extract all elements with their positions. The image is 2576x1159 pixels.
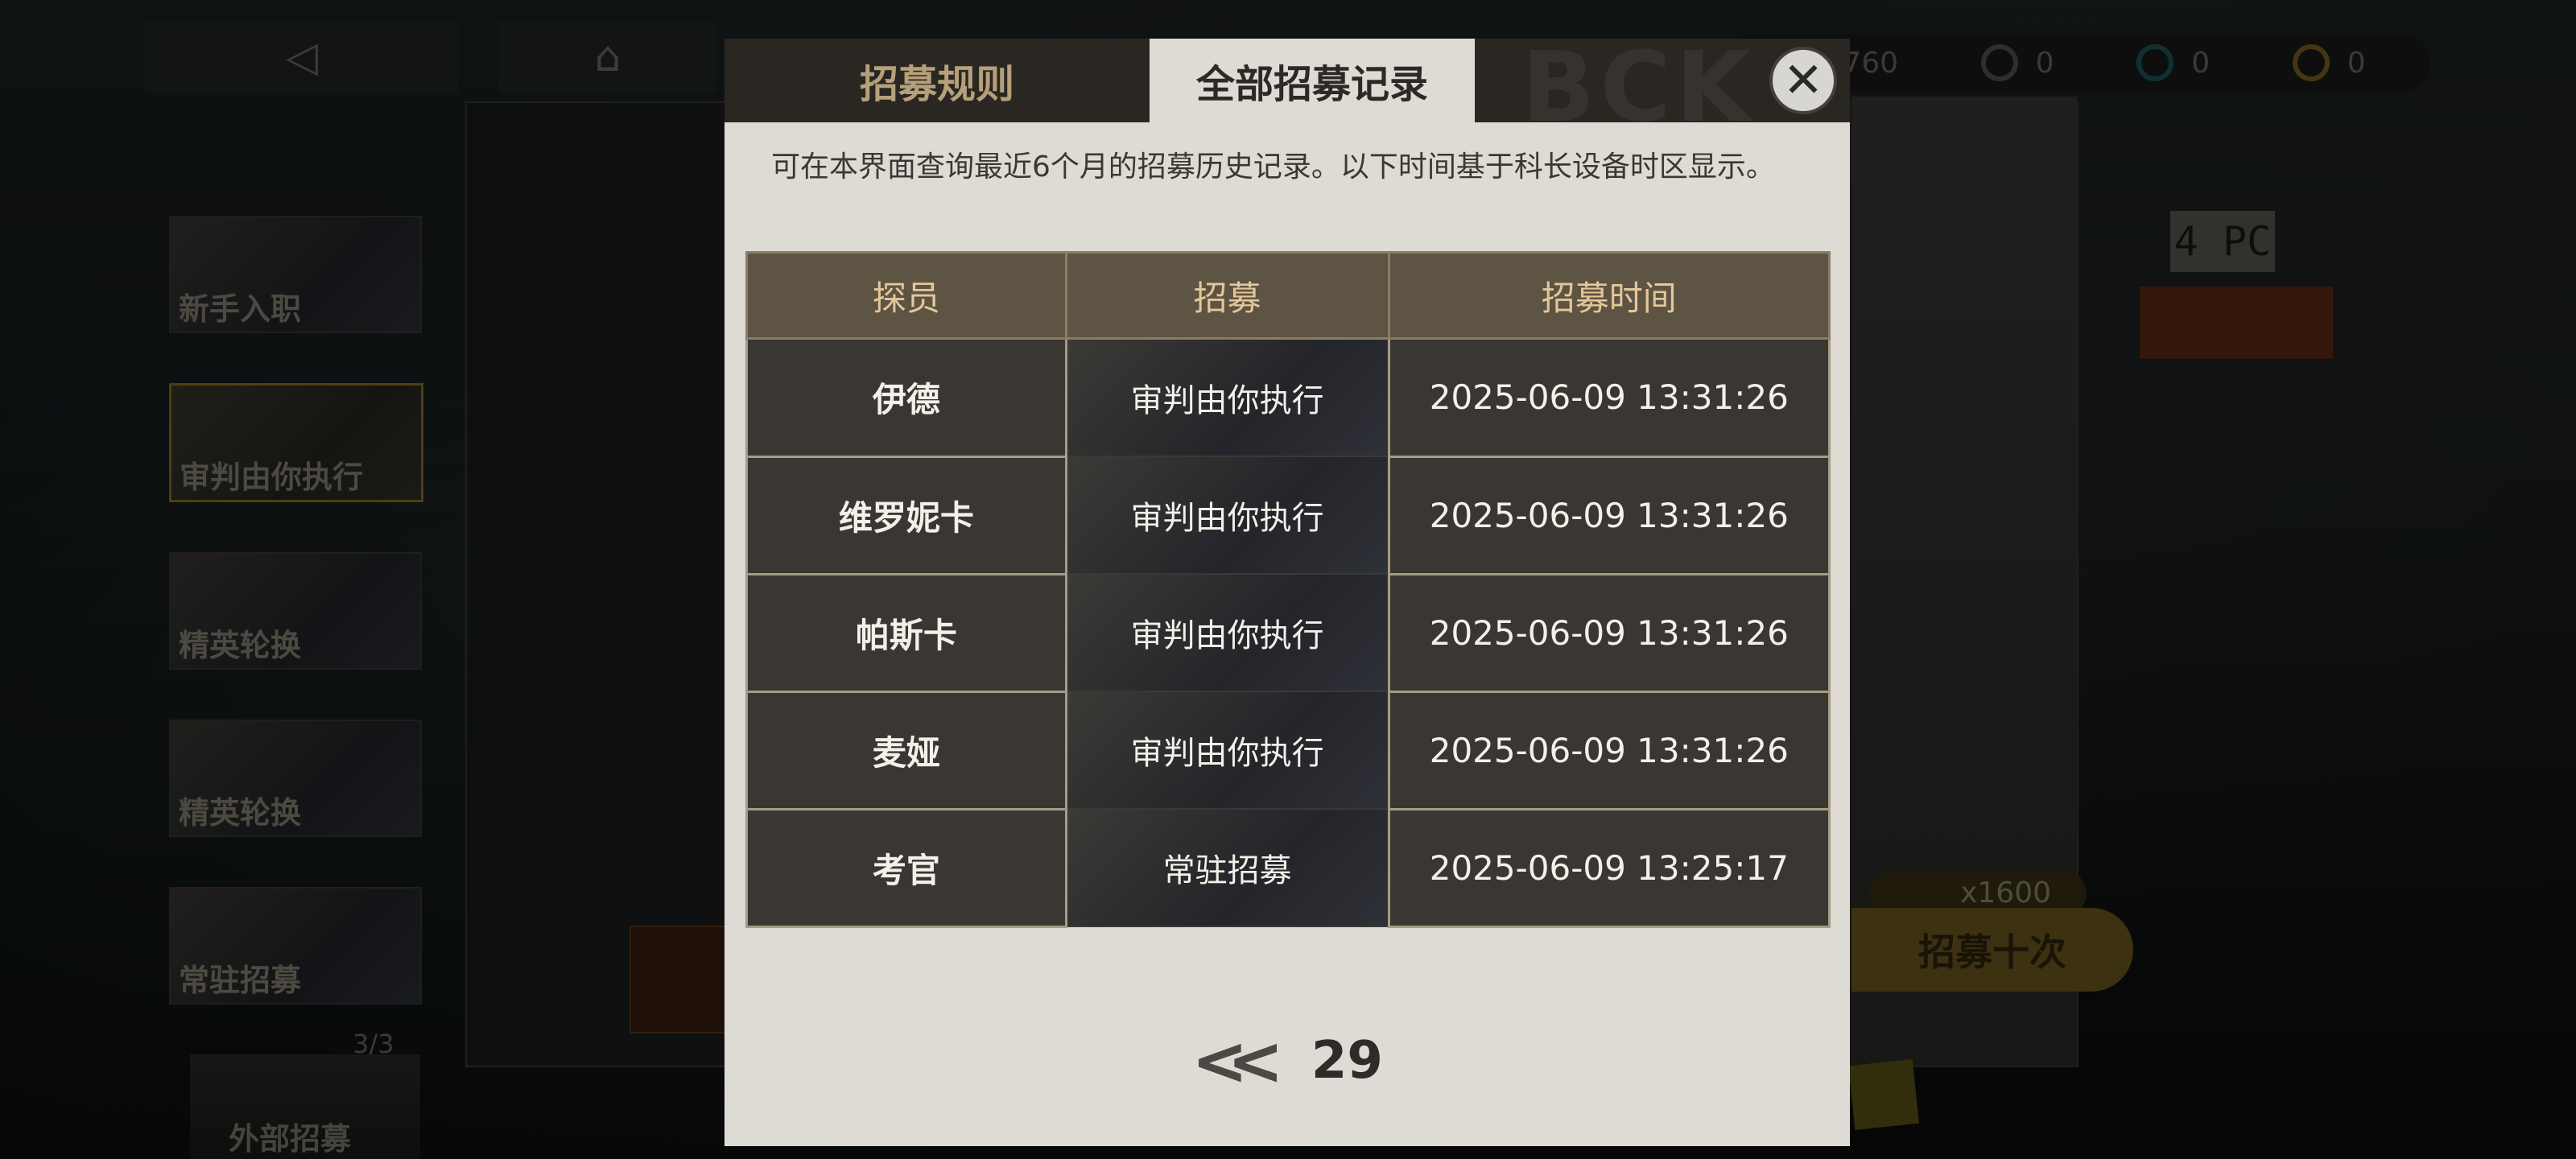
page-number: 29	[1311, 1031, 1383, 1091]
table-row: 麦娅 审判由你执行 2025-06-09 13:31:26	[745, 690, 1831, 810]
table-row: 维罗妮卡 审判由你执行 2025-06-09 13:31:26	[745, 455, 1831, 575]
recruit-banner: 审判由你执行	[1065, 456, 1390, 575]
table-row: 考官 常驻招募 2025-06-09 13:25:17	[745, 807, 1831, 928]
agent-name: 维罗妮卡	[745, 455, 1067, 575]
tab-bar: BCK 招募规则 全部招募记录 ✕	[724, 32, 1850, 144]
agent-name: 伊德	[745, 337, 1067, 458]
recruit-time: 2025-06-09 13:25:17	[1387, 807, 1831, 928]
table-header-row: 探员 招募 招募时间	[745, 251, 1831, 340]
recruit-time: 2025-06-09 13:31:26	[1387, 690, 1831, 810]
recruit-time: 2025-06-09 13:31:26	[1387, 572, 1831, 693]
header-agent: 探员	[745, 251, 1067, 340]
recruit-history-dialog: BCK 招募规则 全部招募记录 ✕ 可在本界面查询最近6个月的招募历史记录。以下…	[724, 32, 1850, 1146]
table-row: 帕斯卡 审判由你执行 2025-06-09 13:31:26	[745, 572, 1831, 693]
recruit-banner: 审判由你执行	[1065, 691, 1390, 810]
close-icon: ✕	[1782, 52, 1824, 109]
recruit-time: 2025-06-09 13:31:26	[1387, 337, 1831, 458]
recruit-time: 2025-06-09 13:31:26	[1387, 455, 1831, 575]
close-button[interactable]: ✕	[1769, 47, 1837, 114]
tab-all-records[interactable]: 全部招募记录	[1150, 39, 1475, 122]
agent-name: 帕斯卡	[745, 572, 1067, 693]
header-time: 招募时间	[1387, 251, 1831, 340]
tab-recruit-rules[interactable]: 招募规则	[724, 39, 1150, 122]
table-row: 伊德 审判由你执行 2025-06-09 13:31:26	[745, 337, 1831, 458]
history-table: 探员 招募 招募时间 伊德 审判由你执行 2025-06-09 13:31:26 维罗…	[745, 251, 1831, 928]
agent-name: 考官	[745, 807, 1067, 928]
notice-text: 可在本界面查询最近6个月的招募历史记录。以下时间基于科长设备时区显示。	[771, 151, 1775, 184]
prev-page-icon[interactable]: <<	[1191, 1021, 1284, 1100]
pagination: << 29	[724, 1021, 1850, 1101]
recruit-banner: 审判由你执行	[1065, 337, 1390, 457]
header-recruit: 招募	[1064, 251, 1390, 340]
recruit-banner: 常驻招募	[1065, 808, 1390, 927]
agent-name: 麦娅	[745, 690, 1067, 810]
watermark: BCK	[1521, 32, 1756, 144]
recruit-banner: 审判由你执行	[1065, 573, 1390, 692]
